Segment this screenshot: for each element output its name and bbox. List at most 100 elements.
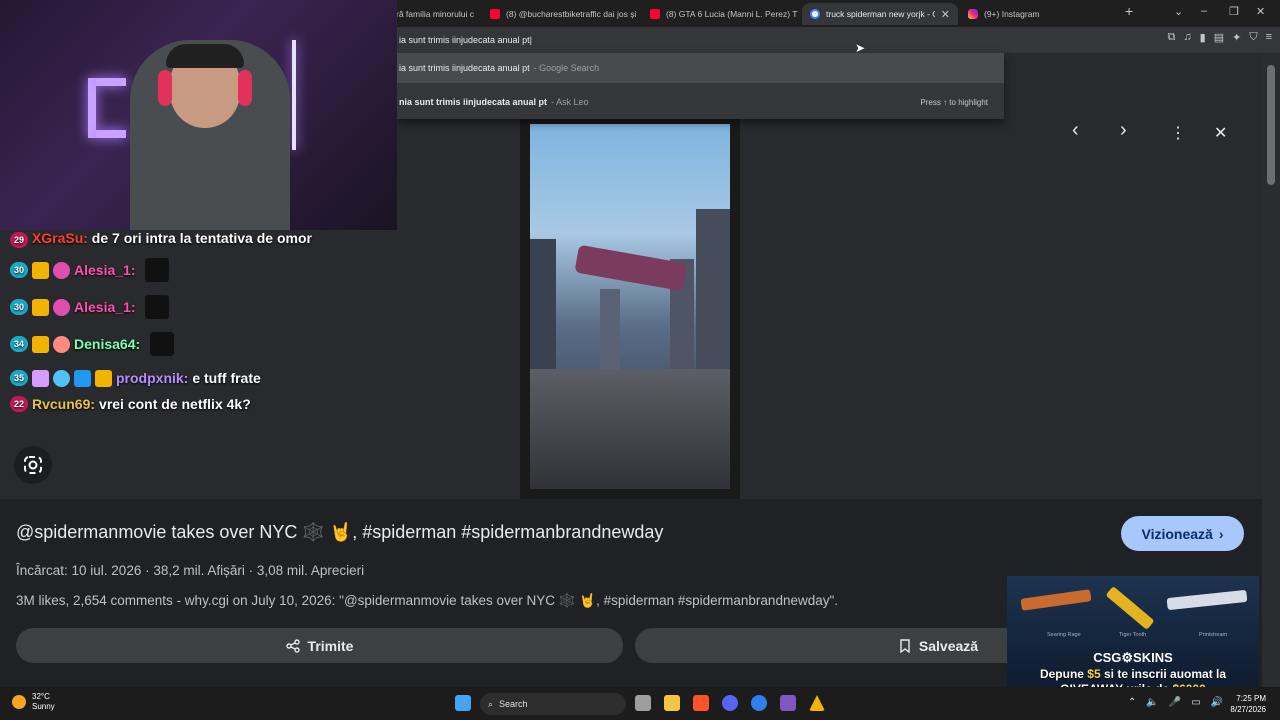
minimize-icon[interactable]: –	[1201, 5, 1207, 17]
toolbar-icons: ⧉ ♫ ▮ ▤ ✦ ⛉ ≡	[1168, 31, 1272, 44]
suggestion-item[interactable]: ia sunt trimis iinjudecata anual pt - Go…	[397, 53, 1004, 83]
omnibox-suggestions: ia sunt trimis iinjudecata anual pt - Go…	[397, 53, 1004, 119]
tab-search-icon[interactable]: ⌄	[1174, 5, 1183, 18]
sub-badge: 22	[10, 396, 28, 412]
tab-active[interactable]: truck spiderman new yorjk - Căut ✕	[802, 3, 958, 25]
close-window-icon[interactable]: ✕	[1256, 5, 1265, 18]
taskbar-search[interactable]: ⌕ Search	[480, 693, 626, 715]
lens-search-button[interactable]	[14, 446, 52, 484]
stream-chat: 29 XGraSu: de 7 ori intra la tentativa d…	[10, 229, 390, 426]
ad-brand: CSG⚙SKINS	[1093, 650, 1173, 665]
windows-start-icon[interactable]	[455, 695, 471, 711]
streamer-cap	[166, 44, 244, 68]
address-bar[interactable]: ia sunt trimis iinjudecata anual pt|	[397, 30, 1004, 50]
tools-icon	[74, 369, 91, 387]
mouse-cursor-icon: ➤	[855, 41, 866, 55]
display-icon[interactable]: ▭	[1191, 697, 1200, 708]
share-button[interactable]: Trimite	[16, 628, 623, 663]
app-icon[interactable]	[751, 695, 767, 711]
file-explorer-icon[interactable]	[664, 695, 680, 711]
chat-text: vrei cont de netflix 4k?	[99, 396, 251, 412]
result-description: 3M likes, 2,654 comments - why.cgi on Ju…	[16, 593, 839, 608]
tab-3[interactable]: (8) GTA 6 Lucia (Manni L. Perez) TV	[642, 3, 798, 25]
previous-icon[interactable]: ‹	[1072, 119, 1079, 142]
weather-widget[interactable]: 32°C Sunny	[12, 692, 55, 712]
tab-label: ră familia minorului c	[396, 9, 474, 19]
sub-badge: 35	[10, 370, 28, 386]
chat-message: 35 prodpxnik: e tuff frate	[10, 369, 390, 387]
weapon-skin-image	[1020, 589, 1092, 611]
shield-icon[interactable]: ⛉	[1249, 31, 1257, 44]
save-button-label: Salvează	[918, 637, 979, 654]
close-tab-icon[interactable]: ✕	[941, 8, 950, 21]
chat-username: Denisa64:	[74, 336, 141, 352]
ghost-icon	[53, 298, 70, 316]
sidebar-icon[interactable]: ▮	[1200, 31, 1206, 44]
skin-name: Searing Rage	[1047, 632, 1081, 638]
sub-badge: 34	[10, 336, 28, 352]
headphones	[158, 70, 172, 106]
result-title: @spidermanmovie takes over NYC 🕸️ 🤘, #sp…	[16, 522, 664, 542]
chat-username: Alesia_1:	[74, 262, 136, 278]
chat-username: Alesia_1:	[74, 299, 136, 315]
robot-icon	[53, 369, 70, 387]
menu-icon[interactable]: ≡	[1266, 31, 1272, 44]
brave-browser-icon[interactable]	[693, 695, 709, 711]
chat-message: 34 Denisa64:	[10, 332, 390, 356]
tab-2[interactable]: (8) @bucharestbiketraffic dai jos și	[482, 3, 640, 25]
chevron-up-icon[interactable]: ⌃	[1128, 697, 1136, 708]
chat-username: XGraSu:	[31, 230, 88, 246]
microphone-icon[interactable]: 🎤	[1169, 697, 1181, 708]
taskbar-clock[interactable]: 7:25 PM 8/27/2026	[1230, 693, 1266, 715]
result-image[interactable]	[520, 118, 740, 499]
ad-amount: $5	[1087, 667, 1101, 681]
extensions-icon[interactable]: ⧉	[1168, 31, 1176, 44]
bookmark-icon	[900, 638, 910, 653]
tab-label: (8) GTA 6 Lucia (Manni L. Perez) TV	[666, 9, 798, 19]
ad-line-1: Depune $5 si te inscrii auomat la	[1007, 667, 1259, 681]
media-icon[interactable]: ♫	[1183, 31, 1191, 44]
speaker-icon[interactable]: 🔈	[1146, 697, 1158, 708]
leo-icon[interactable]: ✦	[1232, 31, 1241, 44]
sub-badge: 29	[10, 232, 28, 248]
share-icon	[285, 638, 300, 653]
suggestion-text: ia sunt trimis iinjudecata anual pt	[399, 63, 530, 73]
app-grid-icon[interactable]	[780, 695, 796, 711]
camera-lens-icon	[24, 456, 42, 474]
wallet-icon[interactable]: ▤	[1214, 31, 1224, 44]
emote-image	[150, 332, 175, 356]
knife-skin-image	[1105, 586, 1155, 630]
csgo-skins-ad[interactable]: Searing Rage Tiger Tooth Printstream CSG…	[1007, 576, 1259, 696]
new-tab-button[interactable]: +	[1125, 3, 1133, 19]
screen: ră familia minorului c (8) @bucharestbik…	[0, 0, 1280, 720]
chat-username: prodpxnik:	[116, 370, 189, 386]
volume-icon[interactable]: 🔊	[1211, 697, 1223, 708]
instagram-icon	[968, 9, 978, 19]
nuke-icon	[95, 369, 112, 387]
more-options-icon[interactable]: ⋮	[1170, 123, 1186, 143]
tab-1[interactable]: ră familia minorului c	[388, 3, 476, 25]
next-icon[interactable]: ›	[1120, 119, 1127, 142]
suggestion-item[interactable]: nia sunt trimis iinjudecata anual pt - A…	[397, 87, 1004, 117]
neon-light	[292, 40, 296, 150]
search-label: Search	[499, 699, 528, 709]
crown-icon	[32, 335, 49, 353]
task-view-icon[interactable]	[635, 695, 651, 711]
suggestion-source: - Ask Leo	[551, 97, 589, 107]
watch-button[interactable]: Vizionează ›	[1121, 516, 1244, 551]
discord-icon[interactable]	[722, 695, 738, 711]
chat-message: 29 XGraSu: de 7 ori intra la tentativa d…	[10, 229, 390, 248]
ad-text: Depune	[1039, 667, 1088, 681]
page-scrollbar[interactable]	[1262, 53, 1280, 687]
neon-light	[88, 78, 96, 138]
close-icon[interactable]: ✕	[1214, 123, 1227, 143]
gift-icon	[32, 369, 49, 387]
scrollbar-thumb[interactable]	[1267, 65, 1275, 185]
street-scene	[530, 369, 730, 489]
weapon-skin-image	[1166, 589, 1248, 611]
share-button-label: Trimite	[307, 637, 354, 654]
address-bar-text: ia sunt trimis iinjudecata anual pt	[399, 35, 530, 45]
maximize-icon[interactable]: ❐	[1229, 5, 1239, 18]
clock-date: 8/27/2026	[1230, 705, 1266, 714]
tab-5[interactable]: (9+) Instagram	[960, 3, 1110, 25]
